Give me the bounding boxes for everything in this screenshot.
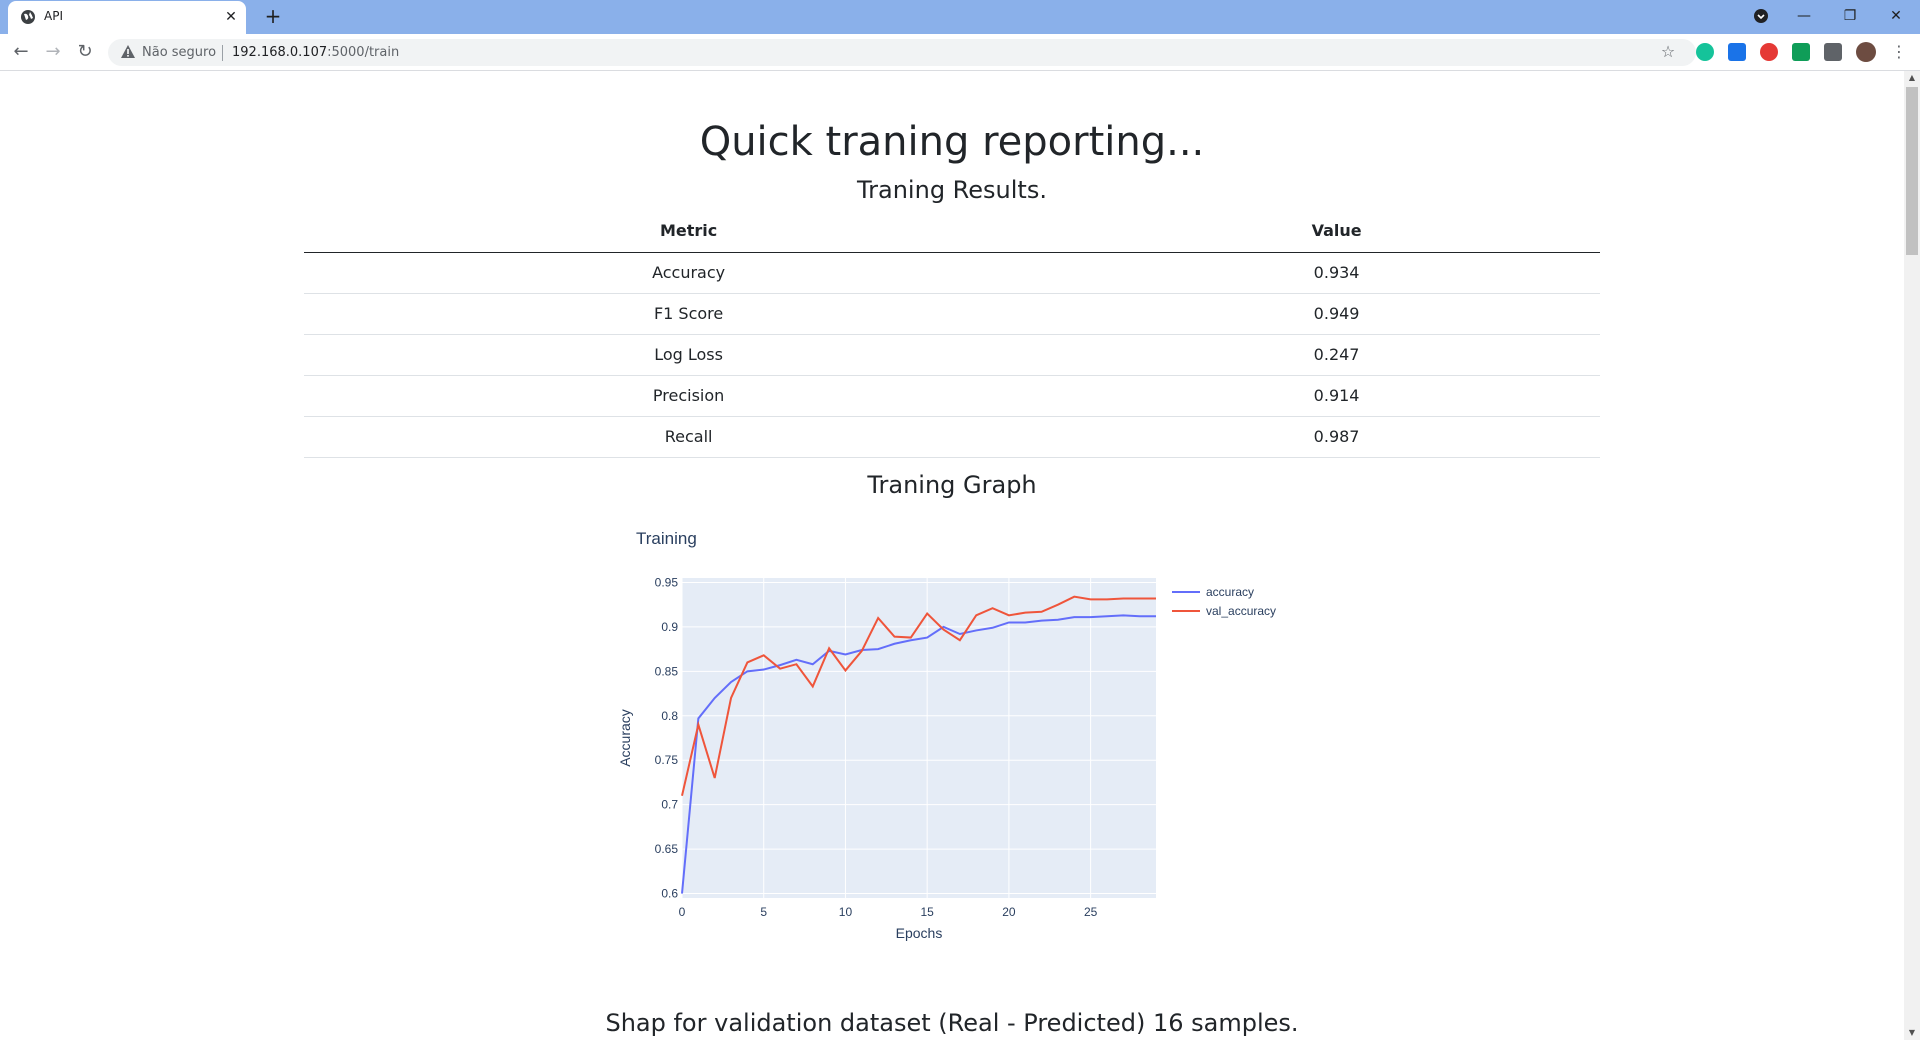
grammarly-extension-icon[interactable]: [1696, 43, 1714, 61]
table-header-row: Metric Value: [304, 210, 1600, 253]
warning-icon: [121, 45, 135, 58]
checkmark-extension-icon[interactable]: [1792, 43, 1810, 61]
new-extension-icon[interactable]: [1728, 43, 1746, 61]
y-tick-label: 0.8: [661, 709, 678, 723]
omnibox-divider: [222, 45, 223, 61]
restore-icon[interactable]: ❐: [1838, 4, 1862, 28]
metric-value: 0.987: [1073, 416, 1600, 458]
metric-name: Recall: [304, 416, 1074, 458]
x-tick-label: 15: [920, 905, 934, 919]
y-tick-label: 0.65: [655, 842, 679, 856]
y-tick-label: 0.75: [655, 753, 679, 767]
minimize-icon[interactable]: —: [1792, 4, 1816, 28]
metric-name: Log Loss: [304, 334, 1074, 376]
table-row: Precision 0.914: [304, 375, 1600, 417]
forward-arrow-icon[interactable]: →: [42, 41, 64, 63]
metric-value: 0.247: [1073, 334, 1600, 376]
training-chart[interactable]: Training 0.6 0.65 0.7 0.75 0.8 0.85 0.9 0.95 0 5…: [600, 526, 1300, 946]
metrics-table: Metric Value Accuracy 0.934 F1 Score 0.9…: [304, 210, 1600, 458]
chart-title: Training: [636, 529, 697, 548]
metric-name: Precision: [304, 375, 1074, 417]
graph-heading: Traning Graph: [867, 471, 1037, 499]
table-row: Accuracy 0.934: [304, 252, 1600, 294]
not-secure-label[interactable]: Não seguro: [142, 45, 216, 60]
url-text[interactable]: 192.168.0.107:5000/train: [232, 45, 399, 60]
metric-name: F1 Score: [304, 293, 1074, 335]
y-tick-label: 0.7: [661, 798, 678, 812]
new-tab-button[interactable]: +: [262, 6, 284, 28]
y-axis-label: Accuracy: [617, 709, 633, 767]
x-tick-label: 0: [679, 905, 686, 919]
x-tick-label: 20: [1002, 905, 1016, 919]
tab-title: API: [44, 9, 63, 23]
value-column-header: Value: [1073, 210, 1600, 253]
address-bar[interactable]: Não seguro 192.168.0.107:5000/train ☆: [108, 39, 1696, 66]
close-window-icon[interactable]: ✕: [1884, 4, 1908, 28]
tab-search-button[interactable]: [1749, 4, 1773, 28]
back-arrow-icon[interactable]: ←: [10, 41, 32, 63]
metric-name: Accuracy: [304, 252, 1074, 294]
reload-icon[interactable]: ↻: [74, 41, 96, 63]
table-row: Recall 0.987: [304, 416, 1600, 458]
menu-kebab-icon[interactable]: ⋮: [1888, 41, 1910, 63]
profile-avatar[interactable]: [1856, 42, 1876, 62]
y-tick-label: 0.95: [655, 575, 679, 589]
page-title: Quick traning reporting...: [699, 119, 1205, 165]
scroll-up-arrow-icon[interactable]: ▲: [1904, 71, 1920, 85]
page-content: Quick traning reporting... Traning Resul…: [0, 71, 1904, 1040]
y-tick-label: 0.9: [661, 620, 678, 634]
bookmark-star-icon[interactable]: ☆: [1658, 42, 1678, 62]
table-row: F1 Score 0.949: [304, 293, 1600, 335]
x-tick-label: 10: [839, 905, 853, 919]
table-row: Log Loss 0.247: [304, 334, 1600, 376]
metric-value: 0.934: [1073, 252, 1600, 294]
shap-heading: Shap for validation dataset (Real - Pred…: [605, 1009, 1299, 1037]
page-scrollbar[interactable]: ▲ ▼: [1904, 71, 1920, 1040]
browser-tab[interactable]: API ✕: [8, 1, 246, 34]
x-axis-ticks: 0 5 10 15 20 25: [679, 905, 1098, 919]
y-tick-label: 0.6: [661, 887, 678, 901]
y-tick-label: 0.85: [655, 664, 679, 678]
legend-item-val_accuracy[interactable]: val_accuracy: [1206, 604, 1276, 618]
puzzle-extensions-icon[interactable]: [1824, 43, 1842, 61]
scrollbar-thumb[interactable]: [1906, 87, 1918, 255]
url-host: 192.168.0.107: [232, 45, 328, 60]
tab-strip: API ✕ + — ❐ ✕: [0, 0, 1920, 34]
url-path: :5000/train: [327, 45, 400, 60]
browser-toolbar: ← → ↻ Não seguro 192.168.0.107:5000/trai…: [0, 34, 1920, 71]
y-axis-ticks: 0.6 0.65 0.7 0.75 0.8 0.85 0.9 0.95: [655, 575, 679, 900]
globe-icon: [21, 10, 35, 24]
chart-legend[interactable]: accuracy val_accuracy: [1172, 585, 1276, 618]
metric-value: 0.949: [1073, 293, 1600, 335]
legend-item-accuracy[interactable]: accuracy: [1206, 585, 1254, 599]
x-axis-label: Epochs: [896, 925, 943, 941]
opera-extension-icon[interactable]: [1760, 43, 1778, 61]
metric-value: 0.914: [1073, 375, 1600, 417]
chevron-down-icon: [1754, 9, 1768, 23]
metric-column-header: Metric: [304, 210, 1074, 253]
results-heading: Traning Results.: [857, 176, 1047, 204]
close-tab-icon[interactable]: ✕: [222, 8, 240, 26]
x-tick-label: 5: [760, 905, 767, 919]
x-tick-label: 25: [1084, 905, 1098, 919]
scroll-down-arrow-icon[interactable]: ▼: [1904, 1026, 1920, 1040]
